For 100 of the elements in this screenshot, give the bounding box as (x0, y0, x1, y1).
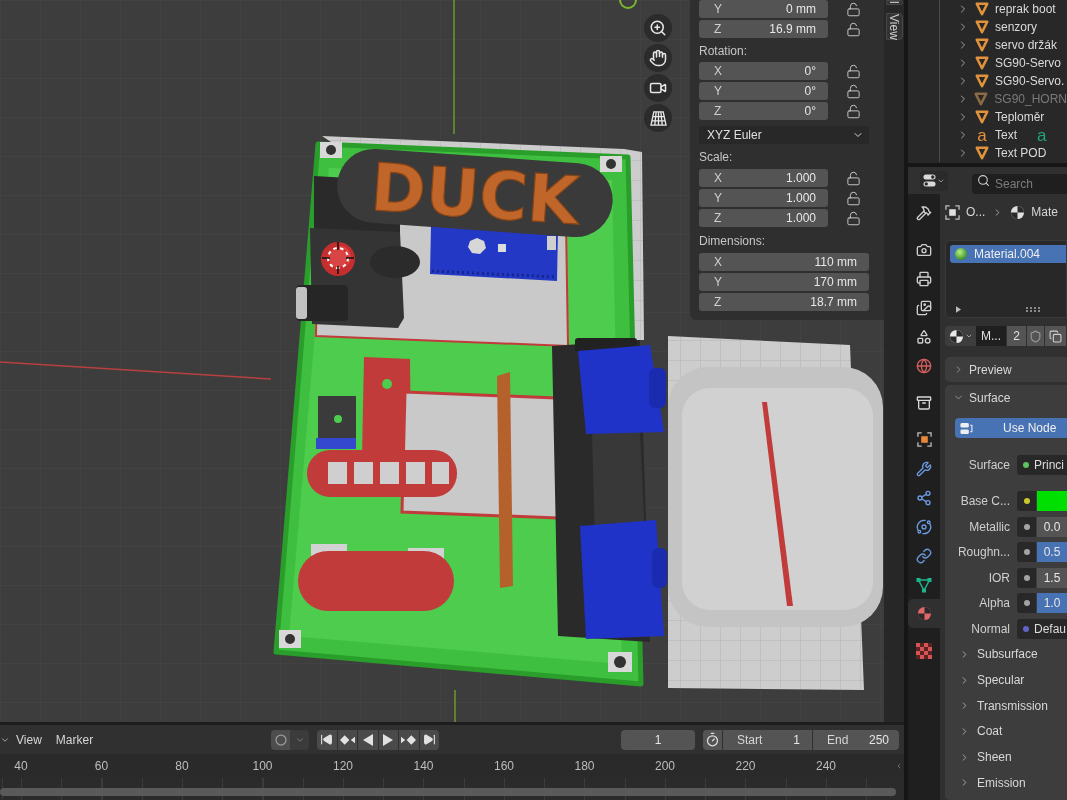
subpanel-header[interactable]: Specular (945, 667, 1067, 693)
triangle-right-icon[interactable] (956, 306, 961, 313)
start-frame-field[interactable]: Start 1 (723, 729, 812, 750)
frame-number: 180 (573, 758, 596, 775)
node-toggle-icon (960, 421, 973, 435)
preview-range-button[interactable] (703, 729, 722, 750)
number-field[interactable]: X 0° (699, 62, 828, 80)
number-field[interactable]: Y 1.000 (699, 189, 828, 207)
shader-link-field[interactable]: Defau (1017, 618, 1067, 639)
duplicate-button[interactable] (1045, 326, 1066, 346)
panel-header[interactable]: Surface (945, 385, 1067, 410)
previous-keyframe-button[interactable] (337, 729, 357, 750)
sidebar-tab[interactable]: l (885, 0, 903, 5)
diamond-left-icon (339, 734, 355, 745)
field-value: 0° (804, 103, 816, 120)
current-frame-field[interactable]: 1 (621, 729, 695, 750)
object-name[interactable]: Text POD (995, 144, 1047, 162)
user-count-button[interactable]: 2 (1007, 326, 1026, 346)
socket-button[interactable] (1017, 567, 1036, 588)
grip-icon[interactable] (1026, 307, 1040, 312)
object-name[interactable]: servo držák (995, 36, 1058, 54)
unlock-icon[interactable] (846, 190, 861, 206)
field-value: 1.000 (785, 170, 816, 187)
material-browse-button[interactable] (945, 326, 976, 346)
use-nodes-button[interactable]: Use Node (955, 418, 1067, 438)
object-name[interactable]: Teploměr (995, 108, 1045, 126)
number-field[interactable]: Y 0° (699, 82, 828, 100)
unlock-icon[interactable] (846, 170, 861, 186)
framed-square-icon (916, 432, 932, 447)
value-field[interactable]: 1.5 (1037, 567, 1067, 588)
socket-button[interactable] (1017, 542, 1036, 563)
value-field[interactable]: 0.0 (1037, 516, 1067, 537)
number-field[interactable]: Z 0° (699, 102, 828, 120)
axis-label: Y (714, 1, 722, 18)
y-axis-line (454, 689, 456, 722)
subpanel-header[interactable]: Transmission (945, 692, 1067, 719)
value-slider[interactable]: 1.0 (1037, 593, 1067, 614)
number-field[interactable]: Z 1.000 (699, 209, 828, 227)
axis-label: Y (714, 190, 722, 207)
unlock-icon[interactable] (846, 83, 861, 99)
inverted-triangle-icon (975, 2, 989, 16)
play-reverse-button[interactable] (358, 729, 378, 750)
object-name[interactable]: senzory (995, 18, 1038, 36)
breadcrumb-item[interactable]: O... (966, 203, 986, 221)
axis-label: Z (714, 21, 722, 38)
object-name[interactable]: Text (995, 126, 1017, 144)
number-field[interactable]: X 1.000 (699, 169, 828, 187)
object-name[interactable]: reprak boot (995, 0, 1056, 18)
jump-to-end-button[interactable] (419, 729, 439, 750)
triangle-icon (916, 576, 932, 593)
play-button[interactable] (378, 729, 398, 750)
subpanel-header[interactable]: Coat (945, 718, 1067, 745)
end-frame-field[interactable]: End 250 (813, 729, 899, 750)
menu-item[interactable]: Marker (55, 730, 94, 749)
auto-keying-button[interactable] (271, 729, 290, 750)
sidebar-tab[interactable]: View (885, 12, 903, 41)
socket-button[interactable] (1017, 593, 1036, 614)
timeline-scrollbar[interactable] (0, 788, 896, 796)
breadcrumb-item[interactable]: Mate (1031, 203, 1059, 221)
unlock-icon[interactable] (846, 210, 861, 226)
menu-item[interactable]: View (16, 730, 42, 749)
jump-to-start-button[interactable] (317, 729, 337, 750)
unlock-icon[interactable] (846, 63, 861, 79)
text-data-icon[interactable]: a (1037, 126, 1047, 144)
value-slider[interactable]: 0.5 (1037, 542, 1067, 563)
unlock-icon[interactable] (846, 21, 861, 37)
hammer-icon (916, 204, 932, 221)
material-name-field[interactable]: M... (976, 326, 1006, 346)
framed-square-icon (945, 204, 960, 220)
camera-icon (916, 241, 932, 258)
color-swatch[interactable] (1037, 491, 1067, 512)
shader-link-field[interactable]: Princi (1017, 454, 1067, 475)
fake-user-button[interactable] (1027, 326, 1044, 346)
number-field[interactable]: Y 0 mm (699, 0, 828, 18)
subpanel-header[interactable]: Emission (945, 769, 1067, 796)
subpanel-header[interactable]: Subsurface (945, 641, 1067, 668)
unlock-icon[interactable] (846, 103, 861, 119)
unlock-icon[interactable] (846, 1, 861, 17)
skip-forward-icon (422, 733, 436, 746)
object-name[interactable]: SG90-Servo. (995, 72, 1065, 90)
zoom-in-icon (649, 19, 667, 37)
number-field[interactable]: X 110 mm (699, 253, 869, 271)
number-field[interactable]: Z 16.9 mm (699, 20, 828, 38)
frame-number: 140 (412, 758, 435, 775)
number-field[interactable]: Y 170 mm (699, 273, 869, 291)
field-value: 18.7 mm (810, 294, 857, 311)
object-name[interactable]: SG90_HORN (994, 90, 1067, 108)
socket-button[interactable] (1017, 516, 1036, 537)
object-name[interactable]: SG90-Servo (995, 54, 1062, 72)
subpanel-header[interactable]: Sheen (945, 744, 1067, 770)
search-field[interactable]: Search (972, 173, 1067, 194)
rotation-mode-dropdown[interactable]: XYZ Euler (699, 126, 869, 144)
next-keyframe-button[interactable] (399, 729, 419, 750)
section-label: Dimensions: (699, 233, 767, 250)
field-value: 0 mm (786, 1, 816, 18)
socket-button[interactable] (1017, 491, 1036, 512)
editor-type-button[interactable] (920, 170, 948, 191)
number-field[interactable]: Z 18.7 mm (699, 293, 869, 311)
preview-panel-header[interactable]: Preview (945, 357, 1067, 382)
material-slot[interactable]: Material.004 (950, 245, 1066, 263)
